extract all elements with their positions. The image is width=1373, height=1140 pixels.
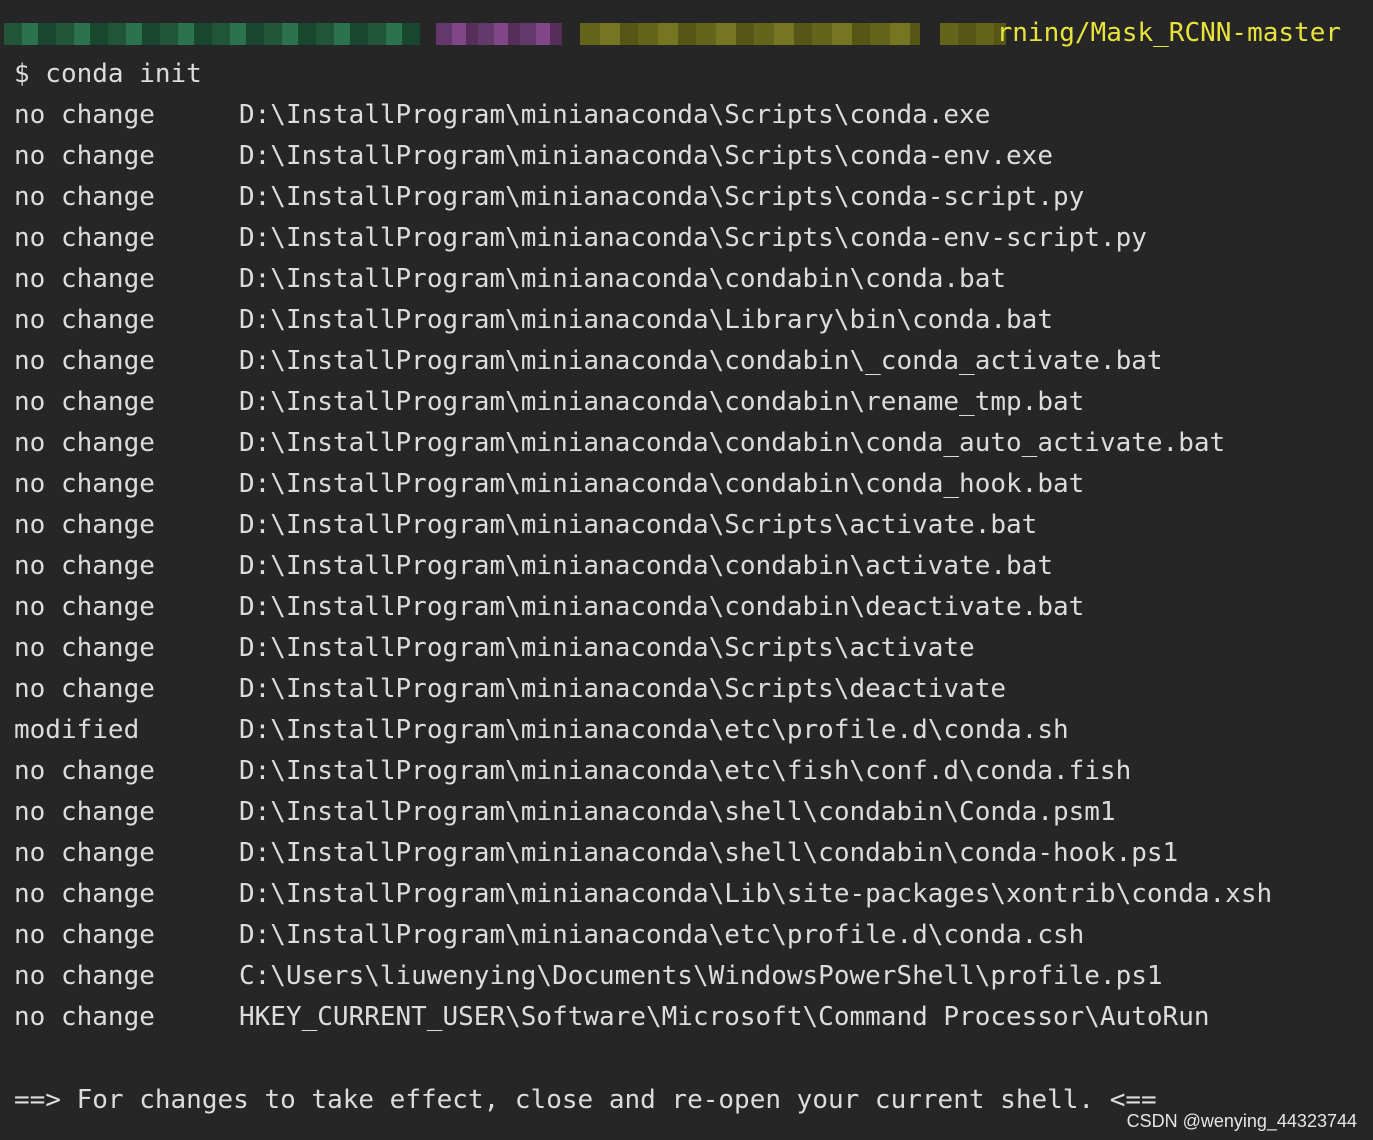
output-row: no change D:\InstallProgram\minianaconda\… [14,300,1354,340]
output-row: no change D:\InstallProgram\minianaconda\… [14,505,1354,545]
row-status: no change [14,961,155,991]
row-status: no change [14,633,155,663]
row-status: no change [14,182,155,212]
row-path: D:\InstallProgram\minianaconda\Scripts\a… [239,633,975,663]
watermark: CSDN @wenying_44323744 [1126,1111,1357,1131]
output-row: no change D:\InstallProgram\minianaconda\… [14,792,1354,832]
row-path: D:\InstallProgram\minianaconda\condabin\… [239,469,1085,499]
output-row: no change D:\InstallProgram\minianaconda\… [14,669,1354,709]
row-path: D:\InstallProgram\minianaconda\Scripts\c… [239,223,1147,253]
redacted-path-blur [580,23,920,45]
redacted-username-blur [4,23,420,45]
output-row: modified D:\InstallProgram\minianaconda\e… [14,710,1354,750]
row-path: D:\InstallProgram\minianaconda\Scripts\c… [239,141,1053,171]
output-row: no change D:\InstallProgram\minianaconda\… [14,218,1354,258]
output-row: no change D:\InstallProgram\minianaconda\… [14,546,1354,586]
row-status: no change [14,223,155,253]
output-row: no change D:\InstallProgram\minianaconda\… [14,177,1354,217]
row-path: C:\Users\liuwenying\Documents\WindowsPow… [239,961,1163,991]
output-row: no change D:\InstallProgram\minianaconda\… [14,587,1354,627]
row-status: no change [14,838,155,868]
row-path: D:\InstallProgram\minianaconda\Scripts\c… [239,100,991,130]
row-status: no change [14,264,155,294]
terminal-window[interactable]: rning/Mask_RCNN-master $ conda init no c… [0,0,1373,1140]
row-status: no change [14,100,155,130]
output-row: no change D:\InstallProgram\minianaconda\… [14,259,1354,299]
output-row: no change D:\InstallProgram\minianaconda\… [14,341,1354,381]
row-path: D:\InstallProgram\minianaconda\condabin\… [239,387,1085,417]
output-row: no change D:\InstallProgram\minianaconda\… [14,136,1354,176]
output-row: no change D:\InstallProgram\minianaconda\… [14,628,1354,668]
row-status: no change [14,592,155,622]
row-status: no change [14,551,155,581]
row-status: no change [14,510,155,540]
prompt-header: rning/Mask_RCNN-master [0,13,1373,55]
row-path: D:\InstallProgram\minianaconda\condabin\… [239,346,1163,376]
row-status: no change [14,756,155,786]
row-path: D:\InstallProgram\minianaconda\shell\con… [239,797,1116,827]
row-path: D:\InstallProgram\minianaconda\etc\profi… [239,715,1069,745]
row-status: no change [14,141,155,171]
row-path: D:\InstallProgram\minianaconda\Scripts\a… [239,510,1038,540]
output-row: no change D:\InstallProgram\minianaconda\… [14,751,1354,791]
row-path: D:\InstallProgram\minianaconda\condabin\… [239,428,1226,458]
output-row: no change D:\InstallProgram\minianaconda\… [14,423,1354,463]
row-path: D:\InstallProgram\minianaconda\Scripts\c… [239,182,1085,212]
output-row: no change D:\InstallProgram\minianaconda\… [14,464,1354,504]
row-path: D:\InstallProgram\minianaconda\condabin\… [239,551,1053,581]
row-path: D:\InstallProgram\minianaconda\Lib\site-… [239,879,1273,909]
row-path: D:\InstallProgram\minianaconda\shell\con… [239,838,1179,868]
row-status: no change [14,346,155,376]
output-row: no change D:\InstallProgram\minianaconda\… [14,915,1354,955]
restart-shell-message: ==> For changes to take effect, close an… [14,1085,1157,1115]
row-status: no change [14,469,155,499]
output-row: no change D:\InstallProgram\minianaconda\… [14,874,1354,914]
row-status: modified [14,715,140,745]
row-status: no change [14,1002,155,1032]
row-path: D:\InstallProgram\minianaconda\condabin\… [239,592,1085,622]
row-path: HKEY_CURRENT_USER\Software\Microsoft\Com… [239,1002,1210,1032]
redacted-hostname-blur [436,23,562,45]
row-path: D:\InstallProgram\minianaconda\Library\b… [239,305,1053,335]
row-path: D:\InstallProgram\minianaconda\condabin\… [239,264,1007,294]
row-status: no change [14,879,155,909]
current-directory: rning/Mask_RCNN-master [996,18,1341,48]
row-status: no change [14,797,155,827]
row-status: no change [14,305,155,335]
output-row: no change D:\InstallProgram\minianaconda\… [14,95,1354,135]
row-path: D:\InstallProgram\minianaconda\etc\fish\… [239,756,1132,786]
output-row: no change C:\Users\liuwenying\Documents\W… [14,956,1354,996]
output-row: no change D:\InstallProgram\minianaconda\… [14,833,1354,873]
row-path: D:\InstallProgram\minianaconda\etc\profi… [239,920,1085,950]
row-status: no change [14,428,155,458]
row-status: no change [14,674,155,704]
output-row: no change D:\InstallProgram\minianaconda\… [14,382,1354,422]
command-line: $ conda init [14,59,202,89]
row-status: no change [14,920,155,950]
output-row: no change HKEY_CURRENT_USER\Software\Micr… [14,997,1354,1037]
row-status: no change [14,387,155,417]
row-path: D:\InstallProgram\minianaconda\Scripts\d… [239,674,1007,704]
